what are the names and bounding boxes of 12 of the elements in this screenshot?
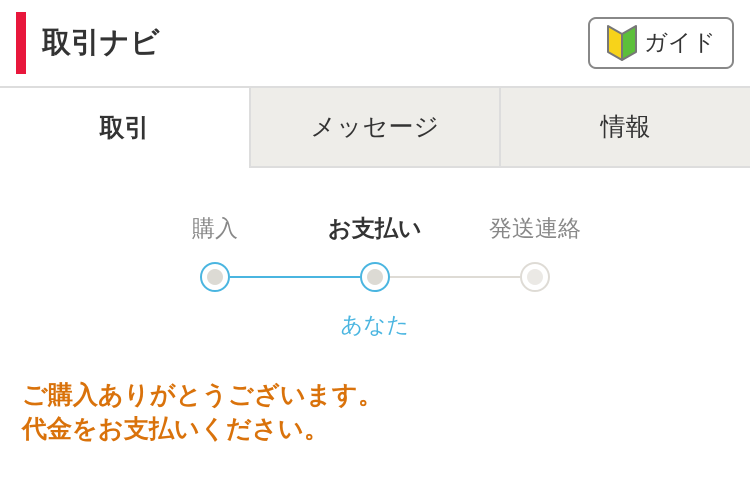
step-label: 発送連絡 (489, 215, 581, 244)
thank-you-message: 代金をお支払いください。 (22, 413, 330, 445)
page-title: 取引ナビ (42, 24, 160, 62)
thank-you-message: ご購入ありがとうございます。 (22, 379, 384, 411)
actor-label: あなた (340, 312, 410, 340)
step-label: お支払い (328, 215, 422, 244)
step-label: 購入 (192, 215, 238, 244)
tab[interactable]: メッセージ (248, 88, 500, 168)
tab[interactable]: 情報 (499, 88, 750, 168)
accent-bar (16, 12, 26, 74)
guide-button[interactable]: ガイド (588, 17, 734, 69)
beginner-mark-icon (606, 24, 638, 62)
